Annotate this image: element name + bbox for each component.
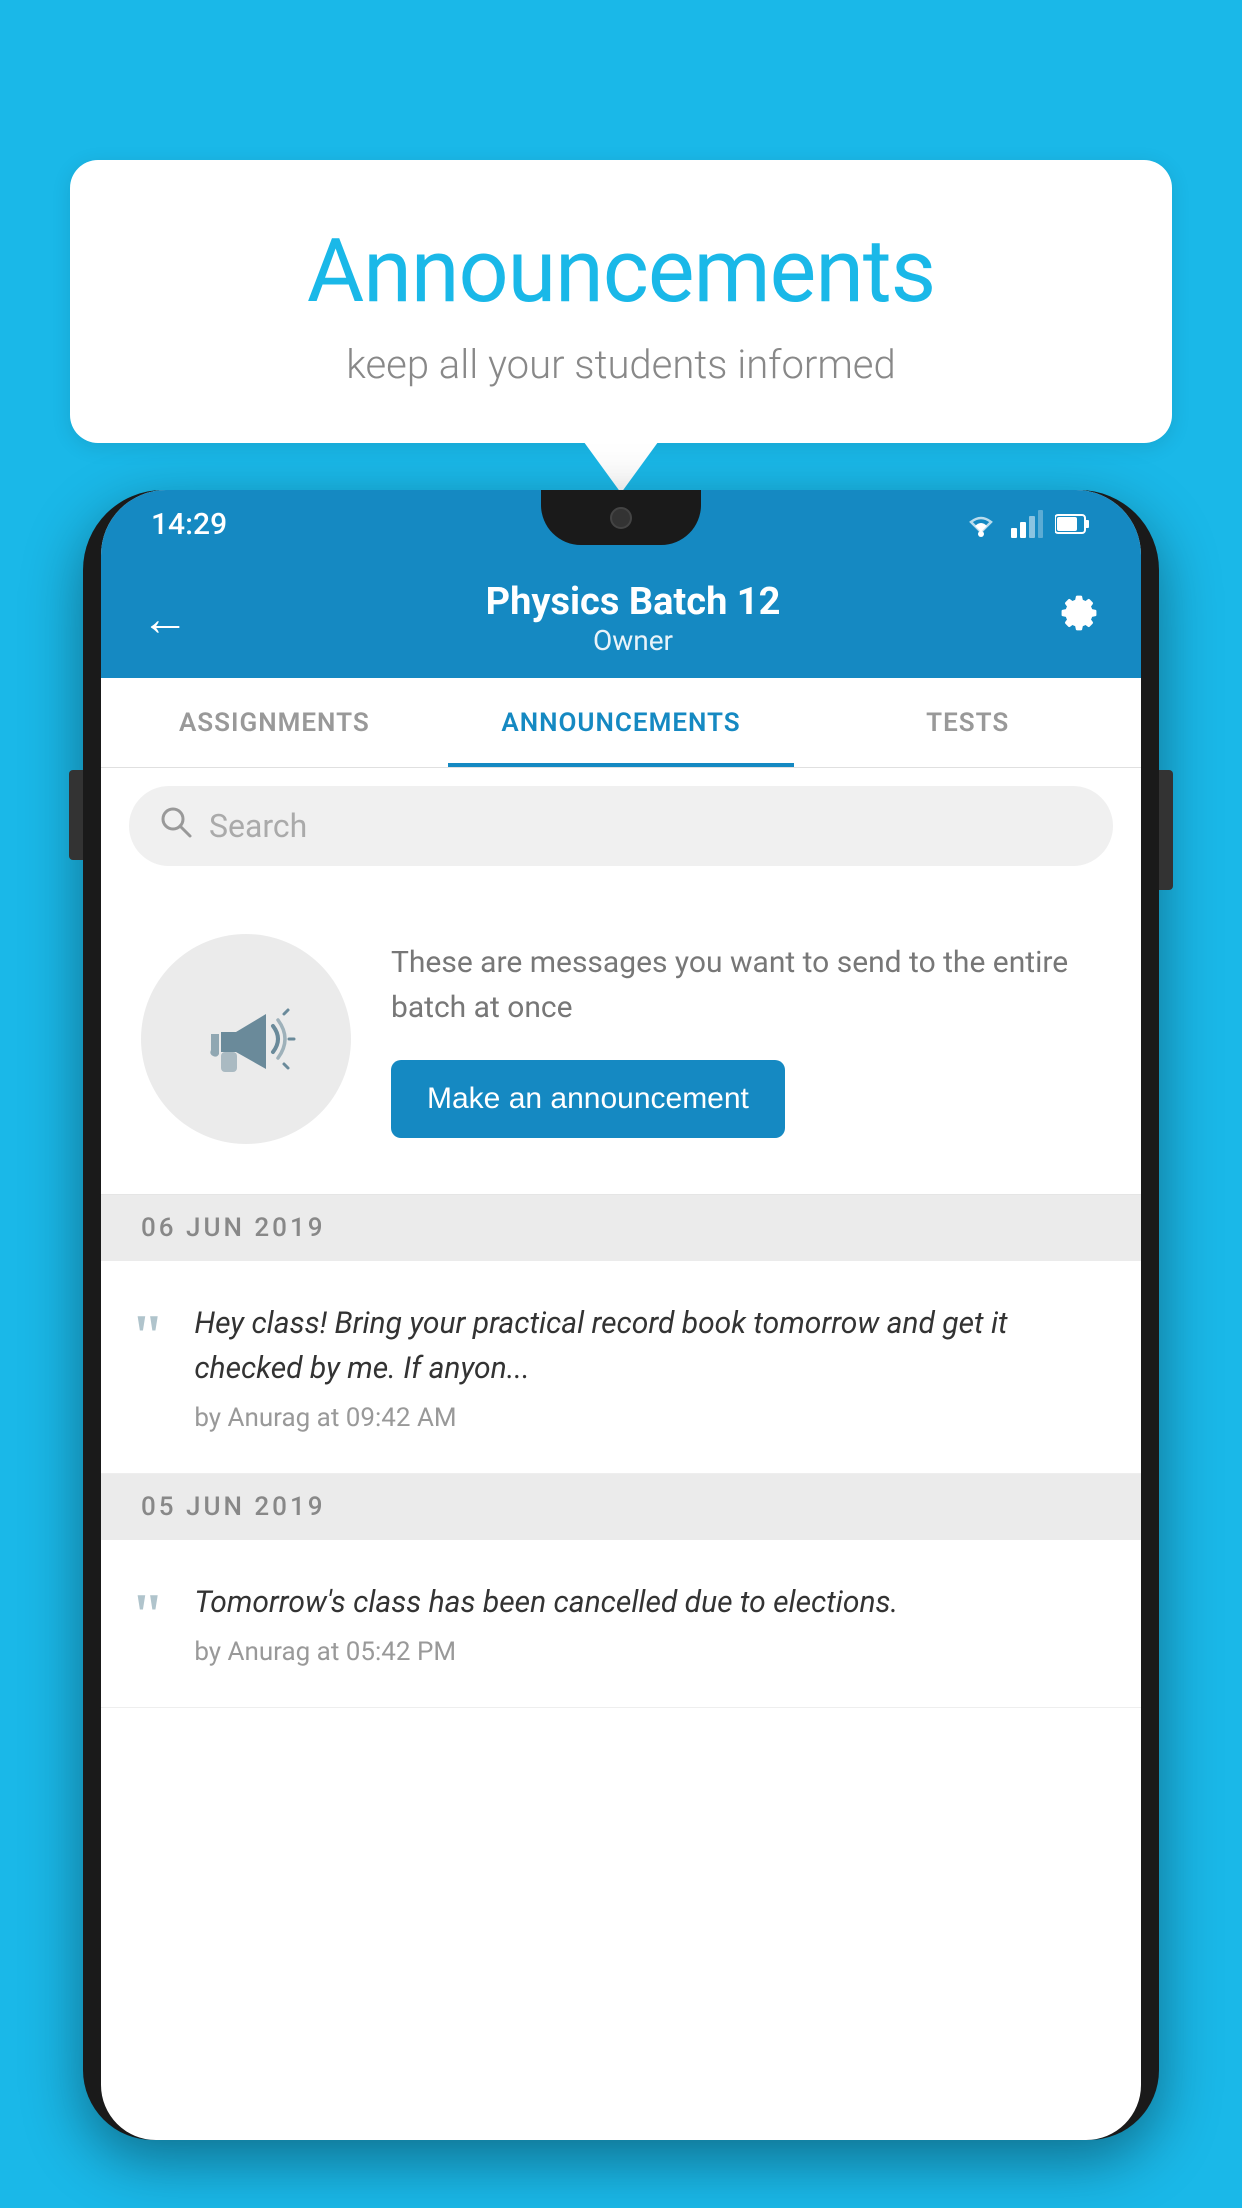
gear-icon [1057,591,1101,635]
announcements-subtitle: keep all your students informed [150,341,1092,388]
phone-notch [541,490,701,545]
announcements-title: Announcements [150,220,1092,323]
date-separator-1: 06 JUN 2019 [101,1195,1141,1261]
tab-assignments[interactable]: ASSIGNMENTS [101,678,448,767]
date-separator-2: 05 JUN 2019 [101,1474,1141,1540]
tab-announcements[interactable]: ANNOUNCEMENTS [448,678,795,767]
announcement-content-1: Hey class! Bring your practical record b… [194,1301,1101,1433]
back-button[interactable]: ← [141,590,189,647]
signal-icon [1011,510,1043,538]
cta-description: These are messages you want to send to t… [391,940,1101,1030]
announcement-item-2[interactable]: " Tomorrow's class has been cancelled du… [101,1540,1141,1708]
announcement-text-1: Hey class! Bring your practical record b… [194,1301,1101,1391]
camera [610,507,632,529]
search-icon [159,805,193,848]
announcement-cta-section: These are messages you want to send to t… [101,884,1141,1195]
app-bar-title-container: Physics Batch 12 Owner [209,580,1057,657]
speech-bubble-card: Announcements keep all your students inf… [70,160,1172,443]
search-bar[interactable]: Search [129,786,1113,866]
cta-right: These are messages you want to send to t… [391,940,1101,1138]
announcement-text-2: Tomorrow's class has been cancelled due … [194,1580,1101,1625]
announcement-item-1[interactable]: " Hey class! Bring your practical record… [101,1261,1141,1474]
app-bar-title: Physics Batch 12 [209,580,1057,624]
search-placeholder: Search [209,807,307,845]
announcement-meta-1: by Anurag at 09:42 AM [194,1403,1101,1433]
phone-outer-frame: 14:29 [83,490,1159,2140]
wifi-icon [963,510,999,538]
app-bar: ← Physics Batch 12 Owner [101,558,1141,678]
announcement-meta-2: by Anurag at 05:42 PM [194,1637,1101,1667]
tab-tests[interactable]: TESTS [794,678,1141,767]
make-announcement-button[interactable]: Make an announcement [391,1060,785,1138]
tabs-bar: ASSIGNMENTS ANNOUNCEMENTS TESTS [101,678,1141,768]
app-bar-subtitle: Owner [209,624,1057,657]
content-area: Search [101,768,1141,1708]
search-magnifier-icon [159,805,193,839]
status-time: 14:29 [151,507,227,542]
phone-screen: 14:29 [101,490,1141,2140]
quote-icon-1: " [131,1306,164,1366]
megaphone-icon [191,984,301,1094]
megaphone-circle [141,934,351,1144]
status-icons [963,510,1091,538]
settings-button[interactable] [1057,591,1101,646]
announcement-content-2: Tomorrow's class has been cancelled due … [194,1580,1101,1667]
speech-bubble-section: Announcements keep all your students inf… [70,160,1172,443]
phone-mockup: 14:29 [83,490,1159,2208]
search-container: Search [101,768,1141,884]
battery-icon [1055,512,1091,536]
quote-icon-2: " [131,1585,164,1645]
